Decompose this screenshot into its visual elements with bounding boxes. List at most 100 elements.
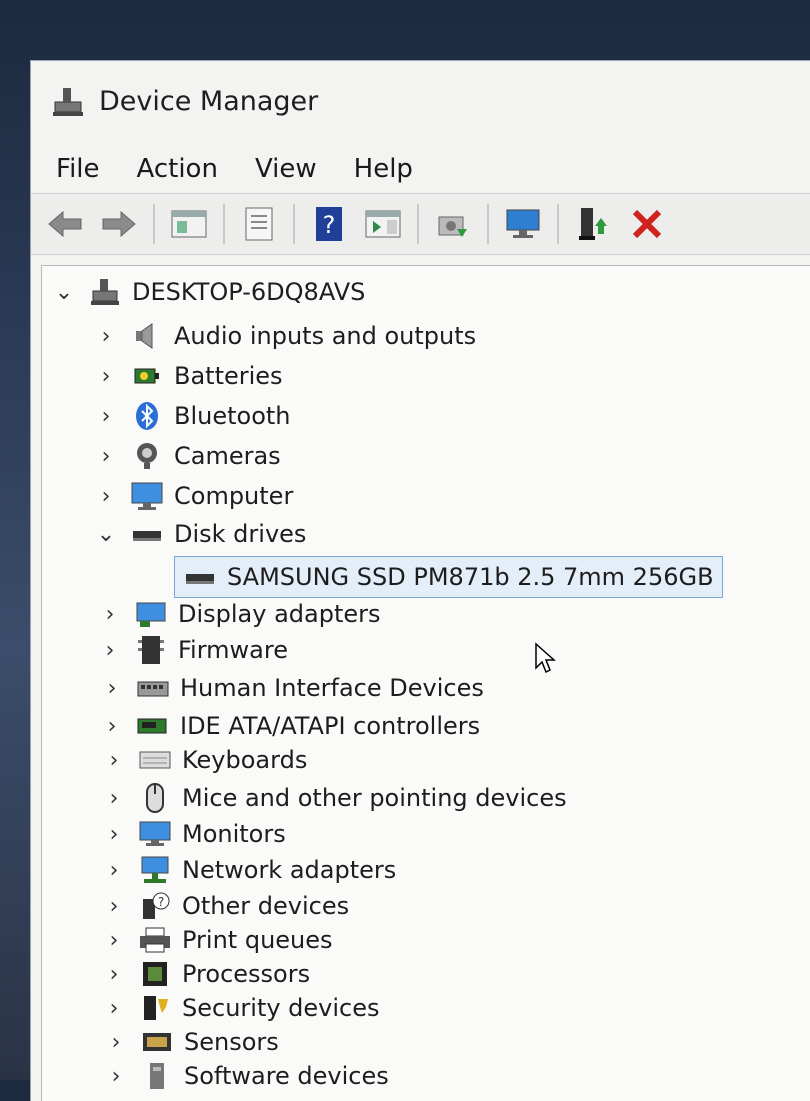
tree-item-label: Bluetooth [174, 402, 291, 430]
toolbar-separator [417, 204, 419, 244]
tree-item-label: Print queues [182, 926, 333, 954]
chevron-right-icon[interactable]: › [104, 822, 124, 847]
tree-item-cameras[interactable]: › Cameras [96, 438, 281, 474]
bluetooth-icon [130, 401, 164, 431]
battery-icon [130, 361, 164, 391]
chevron-right-icon[interactable]: › [96, 484, 116, 509]
tree-item-software-devices[interactable]: › Software devices [106, 1058, 389, 1094]
chevron-right-icon[interactable]: › [100, 638, 120, 663]
monitor-icon[interactable] [503, 204, 543, 244]
tree-item-label: Firmware [178, 636, 288, 664]
mouse-pointer-icon [534, 642, 558, 678]
svg-text:?: ? [323, 211, 336, 239]
chevron-down-icon[interactable]: ⌄ [54, 280, 74, 305]
tree-item-hid[interactable]: › Human Interface Devices [102, 670, 484, 706]
tree-item-batteries[interactable]: › Batteries [96, 358, 283, 394]
chevron-right-icon[interactable]: › [106, 1030, 126, 1055]
menu-action[interactable]: Action [137, 154, 218, 184]
chevron-right-icon[interactable]: › [104, 858, 124, 883]
mouse-icon [138, 783, 172, 813]
speaker-icon [130, 321, 164, 351]
toolbar-separator [153, 204, 155, 244]
help-icon[interactable]: ? [309, 204, 349, 244]
computer-icon [130, 481, 164, 511]
computer-tower-icon [88, 277, 122, 307]
tree-item-other-devices[interactable]: › ? Other devices [104, 888, 350, 924]
forward-icon[interactable] [99, 204, 139, 244]
chevron-right-icon[interactable]: › [100, 602, 120, 627]
menu-bar: File Action View Help [31, 147, 810, 191]
chevron-right-icon[interactable]: › [104, 748, 124, 773]
chevron-right-icon[interactable]: › [102, 676, 122, 701]
title-bar: Device Manager [31, 61, 810, 141]
chevron-right-icon[interactable]: › [96, 324, 116, 349]
menu-file[interactable]: File [56, 154, 100, 184]
processor-icon [138, 959, 172, 989]
tree-item-label: Processors [182, 960, 311, 988]
svg-text:?: ? [158, 895, 164, 909]
tree-item-monitors[interactable]: › Monitors [104, 816, 286, 852]
menu-help[interactable]: Help [354, 154, 413, 184]
tree-item-label: Cameras [174, 442, 281, 470]
tree-item-network[interactable]: › Network adapters [104, 852, 397, 888]
back-icon[interactable] [45, 204, 85, 244]
chevron-right-icon[interactable]: › [96, 364, 116, 389]
update-driver-icon[interactable] [573, 204, 613, 244]
disk-drive-icon [130, 519, 164, 549]
device-manager-window: Device Manager File Action View Help ? ⌄… [30, 60, 810, 1101]
action-pane-icon[interactable] [363, 204, 403, 244]
camera-icon [130, 441, 164, 471]
device-manager-icon [51, 84, 85, 118]
printer-icon [138, 925, 172, 955]
tree-item-computer[interactable]: › Computer [96, 478, 293, 514]
software-device-icon [140, 1061, 174, 1091]
tree-item-display-adapters[interactable]: › Display adapters [100, 596, 381, 632]
chevron-right-icon[interactable]: › [104, 928, 124, 953]
tree-item-security-devices[interactable]: › Security devices [104, 990, 380, 1026]
tree-root-label: DESKTOP-6DQ8AVS [132, 278, 366, 306]
tree-item-label: Sensors [184, 1028, 279, 1056]
sensor-icon [140, 1027, 174, 1057]
window-title: Device Manager [99, 85, 319, 117]
properties-icon[interactable] [239, 204, 279, 244]
device-tree: ⌄ DESKTOP-6DQ8AVS › Audio inputs and out… [41, 265, 810, 1101]
disk-drive-icon [183, 562, 217, 592]
ide-controller-icon [136, 711, 170, 741]
chevron-right-icon[interactable]: › [104, 894, 124, 919]
chevron-right-icon[interactable]: › [102, 714, 122, 739]
chevron-right-icon[interactable]: › [106, 1064, 126, 1089]
show-hide-console-tree-icon[interactable] [169, 204, 209, 244]
tree-item-print-queues[interactable]: › Print queues [104, 922, 333, 958]
monitor-icon [138, 819, 172, 849]
chevron-right-icon[interactable]: › [104, 962, 124, 987]
tree-item-samsung-ssd[interactable]: SAMSUNG SSD PM871b 2.5 7mm 256GB [174, 556, 723, 598]
tree-root[interactable]: ⌄ DESKTOP-6DQ8AVS [54, 274, 366, 310]
chevron-right-icon[interactable]: › [104, 786, 124, 811]
tree-item-sensors[interactable]: › Sensors [106, 1024, 279, 1060]
tree-item-label: Network adapters [182, 856, 397, 884]
tree-item-audio[interactable]: › Audio inputs and outputs [96, 318, 477, 354]
chevron-down-icon[interactable]: ⌄ [96, 522, 116, 547]
tree-item-keyboards[interactable]: › Keyboards [104, 742, 308, 778]
chevron-right-icon[interactable]: › [96, 404, 116, 429]
scan-hardware-icon[interactable] [433, 204, 473, 244]
chevron-right-icon[interactable]: › [96, 444, 116, 469]
network-adapter-icon [138, 855, 172, 885]
menu-view[interactable]: View [255, 154, 317, 184]
tree-item-label: Human Interface Devices [180, 674, 484, 702]
tree-item-label: Keyboards [182, 746, 308, 774]
display-adapter-icon [134, 599, 168, 629]
tree-item-label: Disk drives [174, 520, 307, 548]
tree-item-mice[interactable]: › Mice and other pointing devices [104, 780, 567, 816]
toolbar-separator [223, 204, 225, 244]
other-devices-icon: ? [138, 891, 172, 921]
keyboard-icon [138, 745, 172, 775]
uninstall-device-icon[interactable] [627, 204, 667, 244]
toolbar-separator [487, 204, 489, 244]
tree-item-disk-drives[interactable]: ⌄ Disk drives [96, 516, 307, 552]
tree-item-firmware[interactable]: › Firmware [100, 632, 288, 668]
chevron-right-icon[interactable]: › [104, 996, 124, 1021]
tree-item-processors[interactable]: › Processors [104, 956, 311, 992]
tree-item-bluetooth[interactable]: › Bluetooth [96, 398, 291, 434]
tree-item-ide[interactable]: › IDE ATA/ATAPI controllers [102, 708, 481, 744]
